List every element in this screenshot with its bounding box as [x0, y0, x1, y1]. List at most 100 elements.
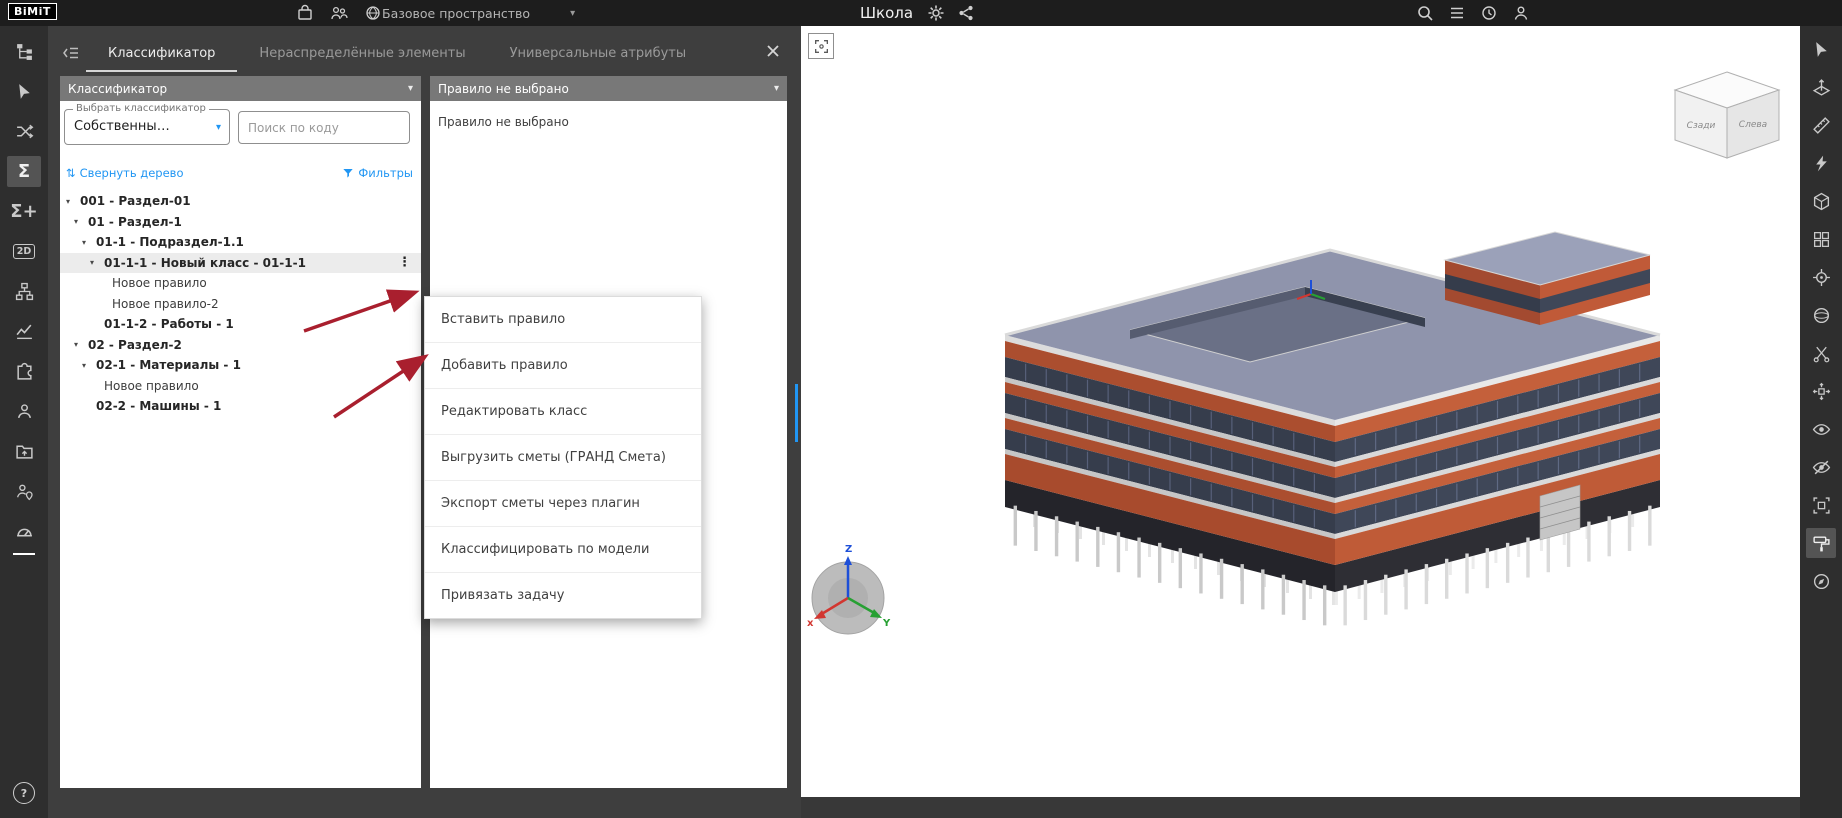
clip-button[interactable] — [1806, 338, 1836, 368]
explode-button[interactable] — [1806, 376, 1836, 406]
menu-item-export-estimate-plugin[interactable]: Экспорт сметы через плагин — [425, 481, 701, 527]
classifier-tree: ▾001 - Раздел-01▾01 - Раздел-1▾01-1 - По… — [60, 191, 421, 417]
expand-arrow-icon[interactable]: ▾ — [74, 340, 88, 349]
workspace-selector[interactable]: Базовое пространство ▾ — [382, 0, 575, 26]
menu-item-bind-task[interactable]: Привязать задачу — [425, 573, 701, 618]
tree-node[interactable]: Новое правило-2 — [60, 294, 421, 315]
user-location-icon — [15, 482, 34, 501]
panel-menu-icon[interactable] — [62, 44, 80, 62]
plugins-button[interactable] — [7, 356, 41, 387]
tree-node[interactable]: ▾01-1 - Подраздел-1.1 — [60, 232, 421, 253]
appearance-button[interactable] — [1806, 528, 1836, 558]
users-icon — [15, 402, 34, 421]
expand-arrow-icon[interactable]: ▾ — [82, 238, 96, 247]
tree-node[interactable]: 01-1-2 - Работы - 1 — [60, 314, 421, 335]
focus-button[interactable] — [1806, 262, 1836, 292]
plugins-icon — [15, 362, 34, 381]
user-location-button[interactable] — [7, 476, 41, 507]
estimates-button[interactable]: Σ — [7, 156, 41, 187]
view-cube[interactable]: Сзади Слева — [1667, 66, 1787, 166]
app-logo: BiMiT — [8, 3, 57, 20]
tree-node[interactable]: Новое правило — [60, 376, 421, 397]
collapse-tree-link[interactable]: ⇅ Свернуть дерево — [66, 166, 184, 180]
history-icon[interactable] — [1480, 4, 1498, 22]
menu-item-add-rule[interactable]: Добавить правило — [425, 343, 701, 389]
model-tree-button[interactable] — [7, 36, 41, 67]
view-cube-right-label: Слева — [1739, 120, 1767, 130]
rule-panel-header[interactable]: Правило не выбрано ▾ — [430, 76, 787, 101]
search-icon[interactable] — [1416, 4, 1434, 22]
filters-link[interactable]: Фильтры — [342, 166, 413, 180]
panel-scrollbar-handle[interactable] — [795, 384, 798, 442]
isolate-icon — [1812, 496, 1831, 515]
tree-node[interactable]: ▾001 - Раздел-01 — [60, 191, 421, 212]
tab-unallocated-elements[interactable]: Нераспределённые элементы — [237, 35, 487, 72]
share-icon[interactable] — [957, 4, 975, 22]
users-button[interactable] — [7, 396, 41, 427]
measure-ruler-button[interactable] — [1806, 110, 1836, 140]
classifier-panel-header[interactable]: Классификатор ▾ — [60, 76, 421, 101]
expand-arrow-icon[interactable]: ▾ — [90, 258, 104, 267]
tree-node[interactable]: ▾01 - Раздел-1 — [60, 212, 421, 233]
navigation-gizmo[interactable]: Z x Y — [807, 544, 891, 634]
fit-view-button[interactable] — [808, 33, 834, 59]
isolate-button[interactable] — [1806, 490, 1836, 520]
menu-item-classify-by-model[interactable]: Классифицировать по модели — [425, 527, 701, 573]
tree-node-label: 02 - Раздел-2 — [88, 338, 182, 352]
hide-eye-button[interactable] — [1806, 452, 1836, 482]
model-viewport[interactable]: Z x Y Сзади Слева — [801, 26, 1800, 797]
view-settings-button[interactable] — [1806, 566, 1836, 596]
show-eye-button[interactable] — [1806, 414, 1836, 444]
measure-ruler-icon — [1812, 116, 1831, 135]
clip-icon — [1812, 344, 1831, 363]
menu-item-export-grand-estimate[interactable]: Выгрузить сметы (ГРАНД Смета) — [425, 435, 701, 481]
dashboard-button[interactable] — [7, 516, 41, 547]
tree-node[interactable]: Новое правило — [60, 273, 421, 294]
close-icon[interactable] — [764, 42, 782, 60]
select-tool-button[interactable] — [7, 76, 41, 107]
structure-button[interactable] — [7, 276, 41, 307]
tree-node[interactable]: 02-2 - Машины - 1 — [60, 396, 421, 417]
tree-node-label: 01-1-2 - Работы - 1 — [104, 317, 234, 331]
tree-node-label: Новое правило — [104, 379, 199, 393]
shared-projects-icon — [15, 442, 34, 461]
shared-projects-button[interactable] — [7, 436, 41, 467]
code-search-input[interactable] — [238, 111, 410, 144]
menu-item-insert-rule[interactable]: Вставить правило — [425, 297, 701, 343]
charts-button[interactable] — [7, 316, 41, 347]
expand-arrow-icon[interactable]: ▾ — [74, 217, 88, 226]
tab-universal-attributes[interactable]: Универсальные атрибуты — [488, 35, 709, 72]
chevron-down-icon: ▾ — [570, 8, 575, 19]
classifier-select[interactable]: Выбрать классификатор Собственны… ▾ — [64, 109, 230, 145]
tree-node[interactable]: ▾02-1 - Материалы - 1 — [60, 355, 421, 376]
help-button[interactable]: ? — [13, 782, 35, 804]
structure-icon — [15, 282, 34, 301]
settings-gear-icon[interactable] — [927, 4, 945, 22]
model-cube-button[interactable] — [1806, 186, 1836, 216]
links-button[interactable] — [7, 116, 41, 147]
estimates-plus-button[interactable]: Σ+ — [7, 196, 41, 227]
expand-arrow-icon[interactable]: ▾ — [66, 197, 80, 206]
tab-classifier[interactable]: Классификатор — [86, 35, 237, 72]
profile-icon[interactable] — [1512, 4, 1530, 22]
show-eye-icon — [1812, 420, 1831, 439]
sync-icon[interactable] — [364, 4, 382, 22]
explode-icon — [1812, 382, 1831, 401]
workspace-icon[interactable] — [296, 4, 314, 22]
clash-button[interactable] — [1806, 148, 1836, 178]
node-menu-button[interactable]: ⋮ — [394, 255, 415, 270]
sphere-view-button[interactable] — [1806, 300, 1836, 330]
view-list-icon[interactable] — [1448, 4, 1466, 22]
2d-view-button[interactable]: 2D — [7, 236, 41, 267]
select-tool-button[interactable] — [1806, 34, 1836, 64]
filter-icon — [342, 167, 354, 179]
tree-node[interactable]: ▾01-1-1 - Новый класс - 01-1-1⋮ — [60, 253, 421, 274]
tree-node[interactable]: ▾02 - Раздел-2 — [60, 335, 421, 356]
section-plane-button[interactable] — [1806, 72, 1836, 102]
building-model: Z x Y — [801, 26, 1800, 797]
team-icon[interactable] — [330, 4, 348, 22]
grid-view-button[interactable] — [1806, 224, 1836, 254]
classifier-select-label: Выбрать классификатор — [73, 103, 209, 114]
expand-arrow-icon[interactable]: ▾ — [82, 361, 96, 370]
menu-item-edit-class[interactable]: Редактировать класс — [425, 389, 701, 435]
